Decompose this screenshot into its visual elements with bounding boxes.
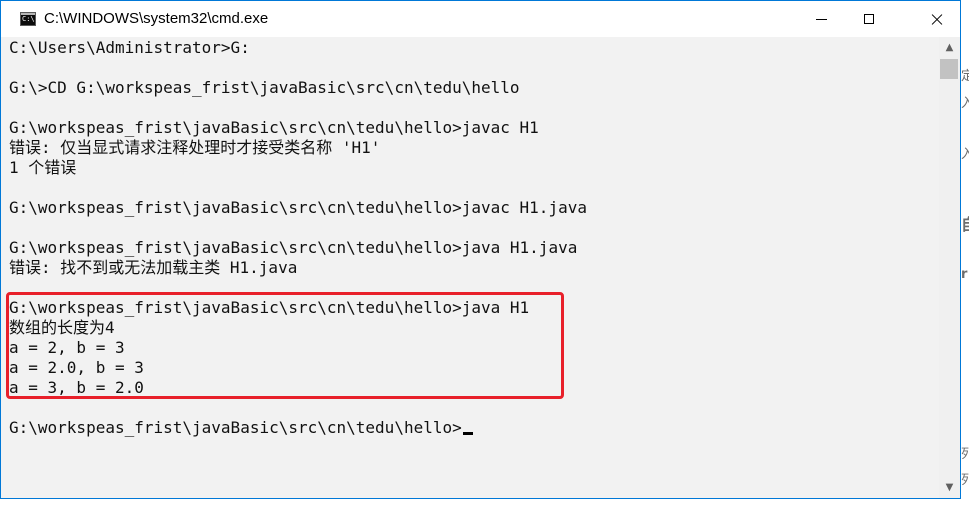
- scrollbar-thumb[interactable]: [940, 59, 958, 79]
- maximize-icon: [864, 14, 874, 24]
- maximize-button[interactable]: [846, 1, 892, 37]
- title-bar[interactable]: C:\WINDOWS\system32\cmd.exe: [1, 1, 960, 37]
- console-prompt-line[interactable]: G:\workspeas_frist\javaBasic\src\cn\tedu…: [9, 418, 473, 438]
- console-line: G:\workspeas_frist\javaBasic\src\cn\tedu…: [9, 118, 539, 137]
- console-prompt: G:\workspeas_frist\javaBasic\src\cn\tedu…: [9, 418, 462, 437]
- scroll-down-icon[interactable]: ▼: [939, 479, 960, 496]
- window-title: C:\WINDOWS\system32\cmd.exe: [44, 10, 269, 27]
- cmd-icon: [20, 12, 36, 26]
- text-cursor: [462, 432, 473, 435]
- console-line: 错误: 仅当显式请求注释处理时才接受类名称 'H1': [9, 138, 381, 157]
- minimize-button[interactable]: [798, 1, 844, 37]
- close-button[interactable]: [914, 1, 960, 37]
- scroll-up-icon[interactable]: ▲: [939, 39, 960, 56]
- background-window-edge-bottom: [0, 498, 960, 507]
- console-line: G:\>CD G:\workspeas_frist\javaBasic\src\…: [9, 78, 520, 97]
- background-window-edge: 定 入 入 自 r 列 列: [960, 0, 969, 507]
- cmd-window: C:\WINDOWS\system32\cmd.exe C:\Users\Adm…: [0, 0, 961, 499]
- highlight-annotation-box: [6, 292, 564, 399]
- console-line: 1 个错误: [9, 158, 77, 177]
- console-line: G:\workspeas_frist\javaBasic\src\cn\tedu…: [9, 238, 578, 257]
- vertical-scrollbar[interactable]: ▲ ▼: [939, 37, 960, 498]
- close-icon: [931, 13, 943, 25]
- console-line: C:\Users\Administrator>G:: [9, 38, 250, 57]
- console-line: G:\workspeas_frist\javaBasic\src\cn\tedu…: [9, 198, 587, 217]
- console-output[interactable]: C:\Users\Administrator>G: G:\>CD G:\work…: [1, 37, 939, 498]
- console-line: 错误: 找不到或无法加载主类 H1.java: [9, 258, 298, 277]
- minimize-icon: [815, 18, 827, 20]
